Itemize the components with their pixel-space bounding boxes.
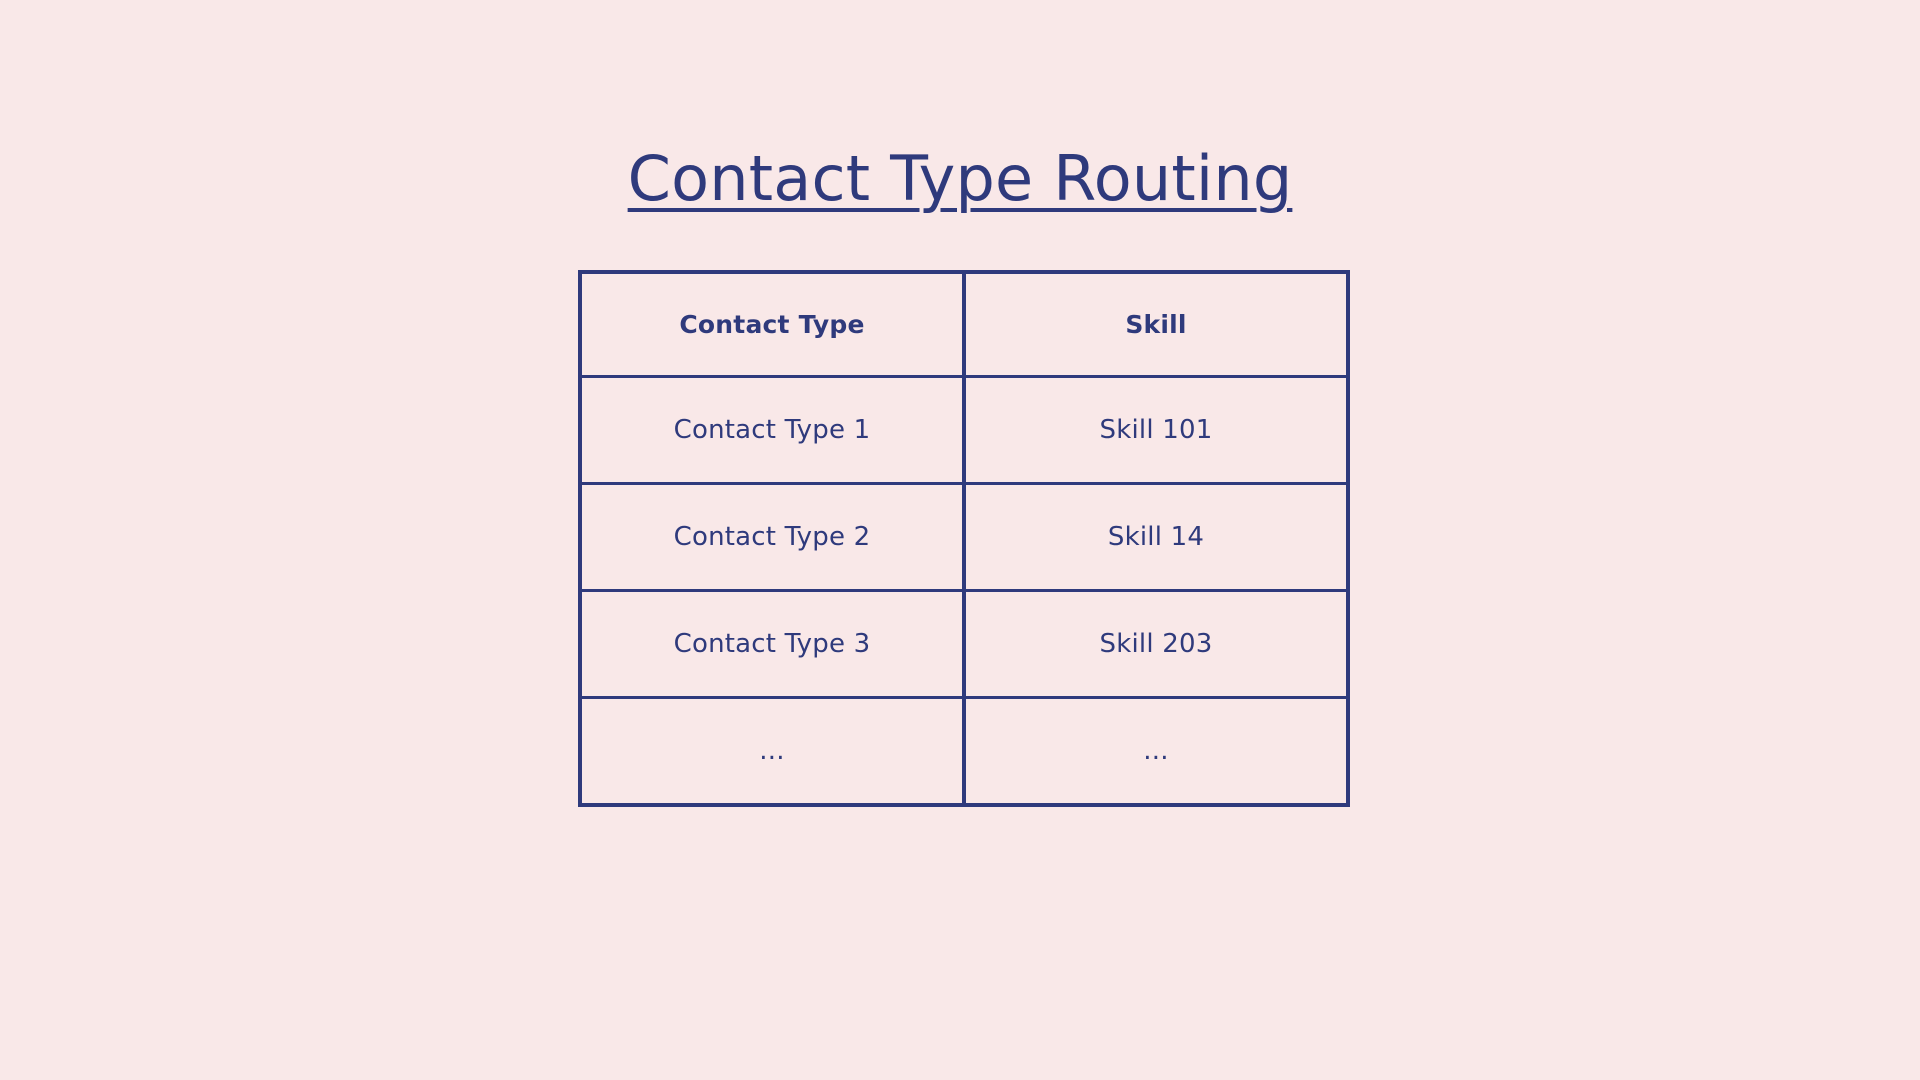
routing-table-container: Contact Type Skill Contact Type 1 Skill … — [578, 270, 1350, 807]
table-row: ... ... — [580, 696, 1348, 805]
column-header-contact-type: Contact Type — [580, 272, 966, 378]
table-header-row: Contact Type Skill — [580, 272, 1348, 378]
contact-type-routing-table: Contact Type Skill Contact Type 1 Skill … — [578, 270, 1350, 807]
cell-contact-type: Contact Type 2 — [580, 482, 966, 592]
table-row: Contact Type 3 Skill 203 — [580, 589, 1348, 699]
cell-skill: Skill 14 — [962, 482, 1348, 592]
title-block: Contact Type Routing — [0, 104, 1920, 252]
table-body: Contact Type 1 Skill 101 Contact Type 2 … — [580, 375, 1348, 805]
cell-skill: Skill 203 — [962, 589, 1348, 699]
cell-skill: Skill 101 — [962, 375, 1348, 485]
column-header-skill: Skill — [962, 272, 1348, 378]
cell-contact-type: Contact Type 1 — [580, 375, 966, 485]
table-row: Contact Type 1 Skill 101 — [580, 375, 1348, 485]
table-row: Contact Type 2 Skill 14 — [580, 482, 1348, 592]
cell-skill-ellipsis: ... — [962, 696, 1348, 805]
cell-contact-type: Contact Type 3 — [580, 589, 966, 699]
cell-contact-type-ellipsis: ... — [580, 696, 966, 805]
table-header: Contact Type Skill — [580, 272, 1348, 378]
slide-canvas: Contact Type Routing Contact Type Skill … — [0, 0, 1920, 1080]
page-title: Contact Type Routing — [627, 141, 1293, 215]
